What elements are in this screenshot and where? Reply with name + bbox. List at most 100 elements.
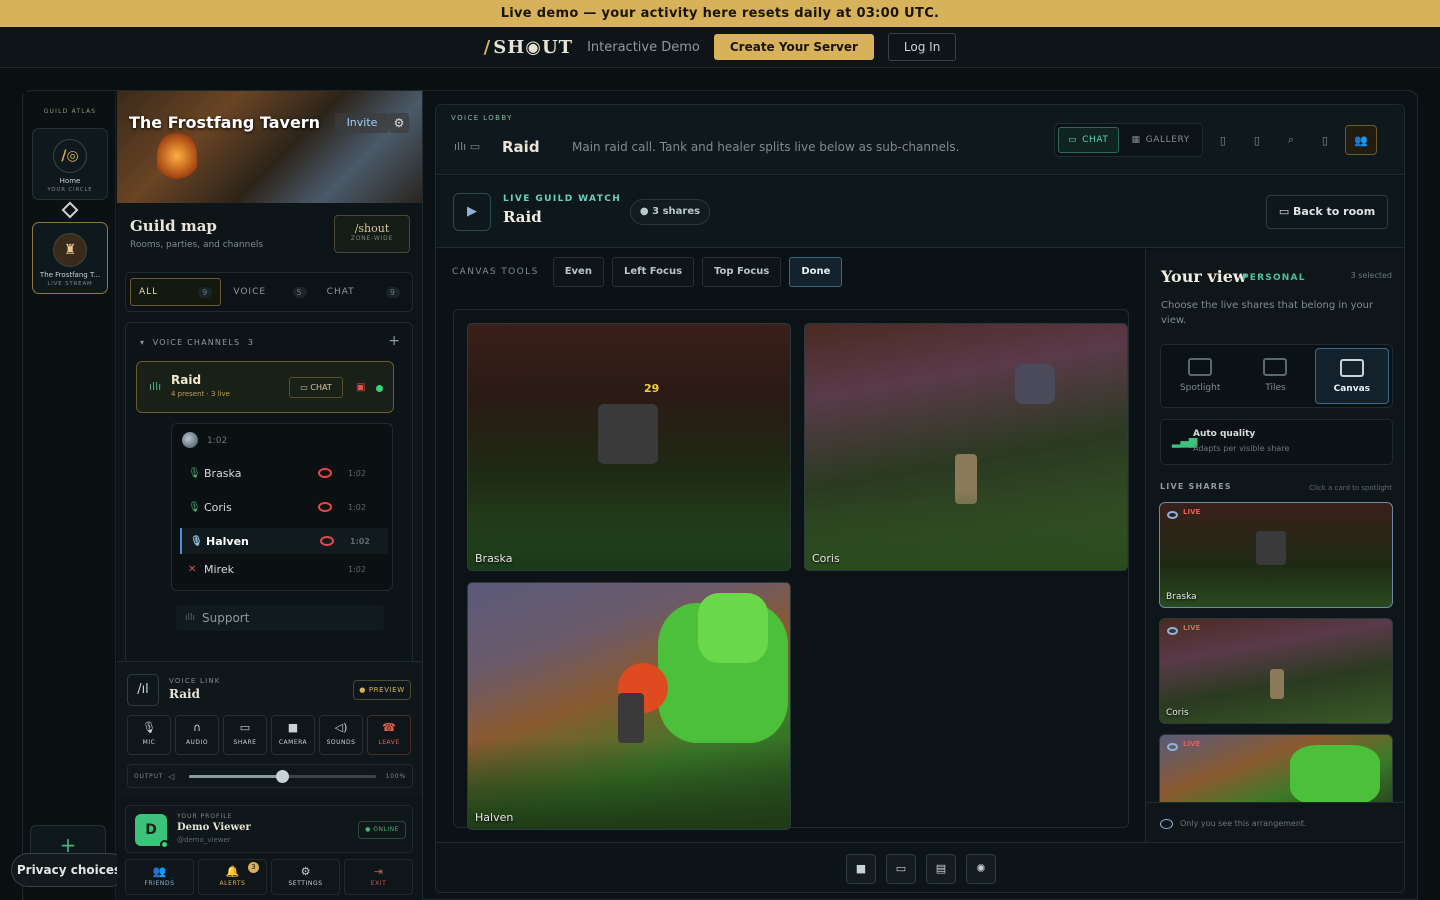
bottom-nav: 👥 FRIENDS 🔔 ALERTS 3 ⚙ SETTINGS ⇥ EXIT [125,859,413,895]
tool-done[interactable]: Done [789,257,843,287]
pin-icon[interactable]: ▯ [1243,126,1271,154]
share-tile[interactable]: Halven [467,582,791,830]
filter-all[interactable]: ALL 9 [130,278,222,306]
profile-card[interactable]: D YOUR PROFILE Demo Viewer @demo_viewer … [125,805,413,853]
guild-atlas-rail: GUILD ATLAS /◎ Home YOUR CIRCLE ♜ The Fr… [24,92,116,900]
nav-friends[interactable]: 👥 FRIENDS [125,859,194,895]
filter-voice[interactable]: VOICE 5 [225,278,314,306]
tab-chat[interactable]: ▭ CHAT [1058,127,1119,153]
tavern-crest-icon: ♜ [53,233,87,267]
live-dot-icon [376,385,383,392]
speaker-icon: ◁ [168,771,176,781]
mic-button[interactable]: 🎙 MIC [127,715,171,755]
login-button[interactable]: Log In [887,33,957,61]
grid-icon: ▦ [1131,135,1141,145]
auto-quality[interactable]: ▂▄▆ Auto quality Adapts per visible shar… [1160,419,1393,465]
add-channel-icon[interactable]: + [388,333,400,349]
voice-channels-header[interactable]: ▾ VOICE CHANNELS 3 [140,338,254,347]
your-view-panel: Your view PERSONAL 3 selected Choose the… [1145,249,1404,842]
output-slider[interactable] [189,769,376,783]
mic-icon: 🎙 [188,467,201,479]
member-row[interactable]: ✕ Mirek 1:02 [180,556,388,582]
eye-icon [1167,743,1178,751]
members-icon[interactable]: 👥 [1344,125,1377,155]
demo-subtitle: Interactive Demo [587,39,700,55]
top-bar: / SH◉UT Interactive Demo Create Your Serv… [0,27,1440,68]
share-tile[interactable]: Coris [804,323,1128,571]
headphones-icon: ∩ [192,721,202,734]
channel-support[interactable]: ıllı Support [176,605,384,631]
camera-button[interactable]: ■ CAMERA [271,715,315,755]
screen-play-icon: ▶ [453,193,491,231]
canvas-stage: 29 Braska Coris Halven [453,309,1129,830]
tool-top-focus[interactable]: Top Focus [702,257,782,287]
friends-icon: 👥 [152,865,167,878]
canvas-icon [1339,359,1364,377]
live-share-card[interactable]: LIVE [1159,734,1393,802]
shout-logo[interactable]: / SH◉UT [484,37,573,58]
tab-gallery[interactable]: ▦ GALLERY [1123,127,1199,153]
member-row[interactable]: 🎙 Halven 1:02 [180,528,388,554]
panel-icon[interactable]: ▯ [1209,126,1237,154]
screen-share-icon[interactable]: ▭ [886,853,916,884]
search-icon[interactable]: ⌕ [1277,126,1305,154]
filter-chat[interactable]: CHAT 9 [319,278,408,306]
watching-eye-icon [318,468,332,478]
shout-button[interactable]: /shout ZONE-WIDE [334,215,410,253]
slider-handle[interactable] [276,769,290,783]
captions-icon[interactable]: ▤ [926,853,956,884]
member-row[interactable]: 🎙 Coris 1:02 [180,494,388,520]
mode-spotlight[interactable]: Spotlight [1164,348,1236,404]
leave-button[interactable]: ☎ LEAVE [367,715,411,755]
live-share-card[interactable]: LIVE Braska [1159,502,1393,608]
guild-map-subtitle: Rooms, parties, and channels [130,240,264,250]
mode-tiles[interactable]: Tiles [1239,348,1311,404]
atlas-tavern[interactable]: ♜ The Frostfang T... LIVE STREAM [32,222,108,294]
sounds-button[interactable]: ◁) SOUNDS [319,715,363,755]
room-name: Raid [502,138,540,156]
voice-link-panel: /ıl VOICE LINK Raid ● PREVIEW 🎙 MIC ∩ AUDI… [117,661,422,797]
share-button[interactable]: ▭ SHARE [223,715,267,755]
divider-gem-icon [61,201,79,219]
voice-lobby: VOICE LOBBY ıllı ▭ Raid Main raid call. … [435,104,1405,893]
shares-badge: ● 3 shares [630,199,710,225]
tool-even[interactable]: Even [552,257,604,287]
member-row[interactable]: 🎙 Braska 1:02 [180,460,388,486]
atlas-home-title: Home [59,177,81,185]
create-server-button[interactable]: Create Your Server [713,34,874,60]
settings-icon[interactable]: ✺ [966,853,996,884]
tool-left-focus[interactable]: Left Focus [611,257,695,287]
inbox-icon[interactable]: ▯ [1311,126,1339,154]
invite-button[interactable]: Invite [335,113,389,133]
camera-icon: ■ [287,721,299,734]
raid-chat-button[interactable]: ▭ CHAT [289,377,343,398]
nav-settings[interactable]: ⚙ SETTINGS [271,859,340,895]
speaker-icon: ◁) [334,721,348,734]
nav-exit[interactable]: ⇥ EXIT [344,859,413,895]
privacy-choices-button[interactable]: Privacy choices [11,853,127,887]
atlas-home-sub: YOUR CIRCLE [47,187,93,193]
share-tile[interactable]: 29 Braska [467,323,791,571]
live-share-card[interactable]: LIVE Coris [1159,618,1393,724]
stage-controls: ■ ▭ ▤ ✺ [436,842,1404,892]
voice-wave-icon: ıllı ▭ [454,140,481,153]
audio-button[interactable]: ∩ AUDIO [175,715,219,755]
nav-alerts[interactable]: 🔔 ALERTS 3 [198,859,267,895]
gear-icon[interactable]: ⚙ [389,113,409,133]
raid-members: 1:02 🎙 Braska 1:02 🎙 Coris 1:02 🎙 Halven 1:02 … [171,423,393,591]
mic-icon: 🎙 [142,721,156,734]
view-toggle: ▭ CHAT ▦ GALLERY [1054,123,1203,157]
chat-icon: ▭ [1068,135,1078,145]
preview-badge[interactable]: ● PREVIEW [353,680,411,700]
back-to-room-button[interactable]: ▭ Back to room [1266,195,1388,229]
channel-raid[interactable]: ıllı Raid 4 present · 3 live ▭ CHAT ▣ [136,361,394,413]
atlas-home[interactable]: /◎ Home YOUR CIRCLE [32,128,108,200]
voice-wave-icon: ıllı [149,380,162,393]
lobby-header: VOICE LOBBY ıllı ▭ Raid Main raid call. … [436,105,1404,175]
guild-name: The Frostfang Tavern [129,113,321,132]
mode-canvas[interactable]: Canvas [1314,348,1389,404]
status-badge[interactable]: ● ONLINE [358,821,406,839]
camera-icon[interactable]: ■ [846,853,876,884]
canvas-tools: CANVAS TOOLS Even Left Focus Top Focus D… [436,249,1144,295]
layout-mode: Spotlight Tiles Canvas [1160,344,1393,408]
